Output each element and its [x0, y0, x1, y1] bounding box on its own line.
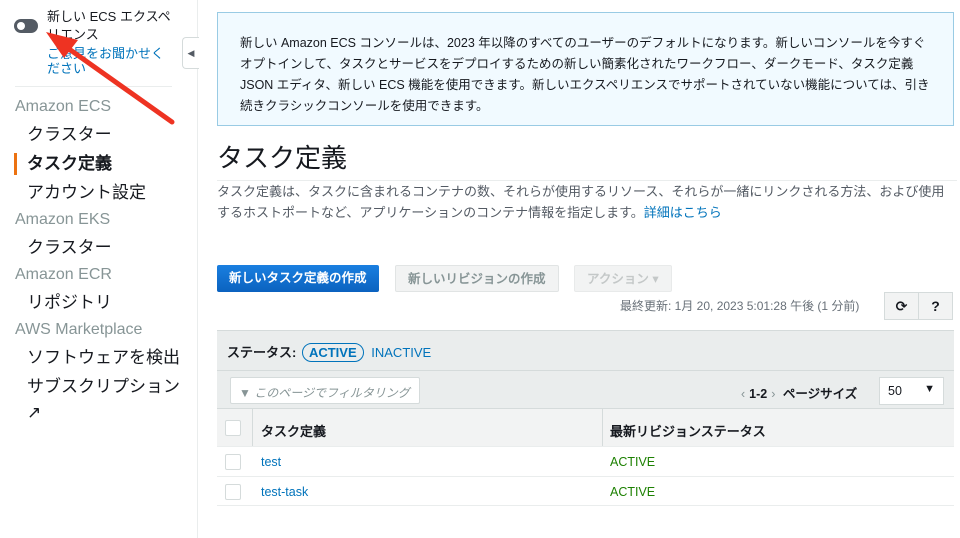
nav-eks-clusters[interactable]: クラスター	[0, 235, 180, 261]
page-description: タスク定義は、タスクに含まれるコンテナの数、それらが使用するリソース、それらが一…	[217, 180, 957, 223]
sidebar: 新しい ECS エクスペリエンス ご意見をお聞かせください Amazon ECS…	[0, 0, 198, 538]
external-link-icon: ↗	[27, 403, 42, 422]
help-icon[interactable]: ?	[918, 292, 953, 320]
nav-subscriptions[interactable]: サブスクリプション ↗	[0, 374, 180, 426]
status-text: ACTIVE	[610, 455, 656, 469]
prev-page-button[interactable]: ‹	[741, 387, 745, 401]
nav-section-ecs: Amazon ECS	[15, 98, 112, 115]
nav-section-ecr: Amazon ECR	[15, 266, 112, 283]
row-checkbox[interactable]	[225, 454, 241, 470]
table-row: test ACTIVE	[217, 446, 954, 476]
divider	[252, 409, 253, 446]
status-inactive-filter[interactable]: INACTIVE	[371, 345, 431, 360]
page-size-select[interactable]: 50 ▼	[879, 377, 944, 405]
status-active-filter[interactable]: ACTIVE	[301, 343, 364, 362]
table-header: タスク定義 最新リビジョンステータス	[217, 408, 954, 446]
status-filter: ステータス: ACTIVE INACTIVE	[217, 330, 954, 370]
nav: Amazon ECS クラスター タスク定義 アカウント設定 Amazon EK…	[0, 96, 198, 429]
select-all-checkbox[interactable]	[225, 420, 241, 436]
next-page-button[interactable]: ›	[771, 387, 775, 401]
table-row: test-task ACTIVE	[217, 476, 954, 506]
actions-button[interactable]: アクション ▾	[574, 265, 672, 292]
nav-repositories[interactable]: リポジトリ	[0, 290, 180, 316]
collapse-sidebar-button[interactable]: ◀	[182, 37, 199, 69]
create-task-definition-button[interactable]: 新しいタスク定義の作成	[217, 265, 379, 292]
filter-placeholder: このページでフィルタリング	[254, 386, 410, 400]
task-definitions-table: ステータス: ACTIVE INACTIVE ▼ このページでフィルタリング ‹…	[217, 330, 954, 506]
details-link[interactable]: 詳細はこちら	[644, 205, 722, 220]
refresh-icon[interactable]: ⟳	[884, 292, 919, 320]
row-checkbox[interactable]	[225, 484, 241, 500]
last-updated: 最終更新: 1月 20, 2023 5:01:28 午後 (1 分前)	[620, 299, 860, 313]
create-revision-button[interactable]: 新しいリビジョンの作成	[395, 265, 559, 292]
pagination: ‹ 1-2 › ページサイズ	[737, 383, 857, 402]
page-size-label: ページサイズ	[782, 387, 858, 401]
nav-section-eks: Amazon EKS	[15, 211, 111, 228]
info-banner: 新しい Amazon ECS コンソールは、2023 年以降のすべてのユーザーの…	[217, 12, 954, 126]
column-task-definition[interactable]: タスク定義	[261, 421, 326, 440]
nav-task-definitions[interactable]: タスク定義	[0, 151, 180, 177]
page-range: 1-2	[749, 387, 768, 401]
task-definition-link[interactable]: test-task	[261, 485, 308, 499]
new-experience-toggle[interactable]	[14, 19, 38, 33]
feedback-link[interactable]: ご意見をお聞かせください	[47, 46, 172, 76]
task-definition-link[interactable]: test	[261, 455, 281, 469]
column-latest-status[interactable]: 最新リビジョンステータス	[610, 421, 766, 440]
status-text: ACTIVE	[610, 485, 656, 499]
new-experience-label: 新しい ECS エクスペリエンス	[47, 9, 171, 42]
description-text: タスク定義は、タスクに含まれるコンテナの数、それらが使用するリソース、それらが一…	[217, 184, 945, 220]
filter-bar: ▼ このページでフィルタリング ‹ 1-2 › ページサイズ 50 ▼	[217, 370, 954, 408]
caret-left-icon: ◀	[187, 48, 195, 58]
page-size-value: 50	[888, 384, 902, 398]
nav-ecs-clusters[interactable]: クラスター	[0, 122, 180, 148]
filter-input[interactable]: ▼ このページでフィルタリング	[230, 377, 420, 404]
divider	[602, 409, 603, 446]
caret-down-icon: ▼	[924, 383, 935, 395]
nav-subscriptions-label: サブスクリプション	[27, 377, 180, 396]
status-label: ステータス:	[227, 345, 297, 360]
nav-discover-software[interactable]: ソフトウェアを検出	[0, 345, 180, 371]
nav-section-marketplace: AWS Marketplace	[15, 321, 143, 338]
divider	[15, 86, 172, 87]
nav-account-settings[interactable]: アカウント設定	[0, 180, 180, 206]
page-title: タスク定義	[217, 143, 348, 173]
